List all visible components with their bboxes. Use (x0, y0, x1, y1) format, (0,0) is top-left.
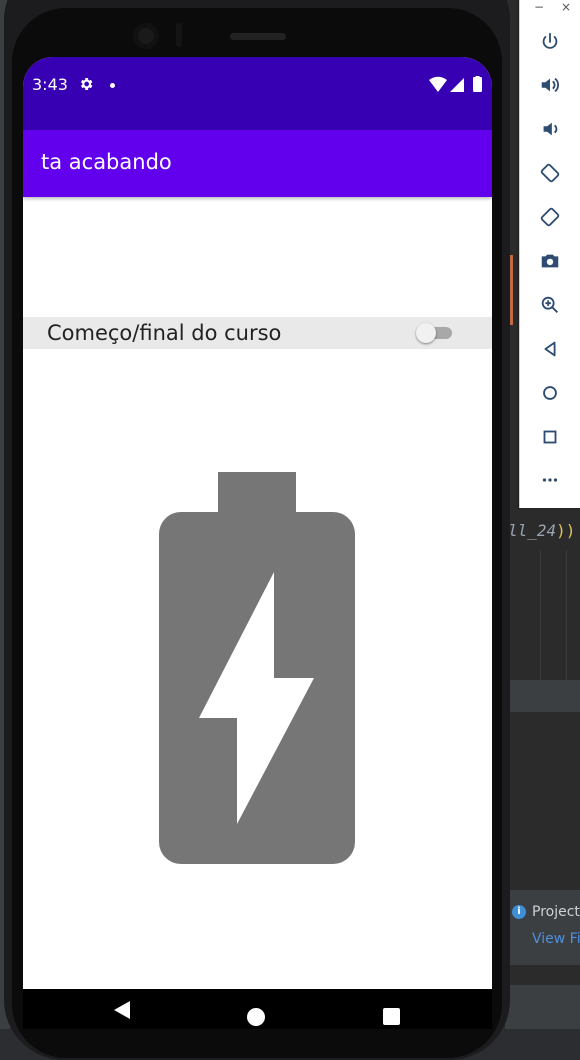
battery-charging-icon (159, 472, 355, 864)
home-icon[interactable] (538, 381, 562, 405)
rotate-left-icon[interactable] (538, 161, 562, 185)
signal-icon (450, 78, 464, 92)
back-icon[interactable] (538, 337, 562, 361)
earpiece-speaker (230, 33, 286, 40)
notification-link[interactable]: View Fi (532, 931, 580, 947)
ide-notification[interactable]: i Project View Fi (510, 890, 580, 965)
more-icon[interactable] (538, 468, 562, 492)
phone-screen: 3:43 ta acabando Começo/final do curso (23, 57, 492, 1029)
battery-status-icon (473, 77, 482, 92)
status-icons (429, 76, 482, 92)
ide-status-area (505, 985, 580, 1029)
course-switch-row[interactable]: Começo/final do curso (23, 317, 492, 349)
front-camera (133, 23, 159, 49)
rotate-right-icon[interactable] (538, 205, 562, 229)
course-toggle-switch[interactable] (416, 322, 456, 344)
status-bar: 3:43 (23, 57, 492, 130)
ide-code-snippet[interactable]: ll_24)) (508, 521, 575, 540)
nav-back-icon[interactable] (114, 1001, 130, 1019)
settings-gear-icon (81, 78, 93, 90)
switch-thumb (416, 323, 436, 343)
emulator-toolbar: − × (519, 0, 580, 508)
switch-label: Começo/final do curso (47, 321, 282, 345)
app-title: ta acabando (41, 150, 172, 174)
volume-down-icon[interactable] (538, 117, 562, 141)
zoom-icon[interactable] (538, 293, 562, 317)
close-button[interactable]: × (561, 0, 571, 14)
proximity-sensor (176, 23, 182, 47)
ide-guide-line (540, 550, 541, 680)
emulator-window-controls: − × (520, 0, 580, 18)
camera-icon[interactable] (538, 249, 562, 273)
notification-title: Project (532, 904, 580, 920)
overview-icon[interactable] (538, 425, 562, 449)
navigation-bar (23, 989, 492, 1029)
notification-dot (110, 83, 115, 88)
wifi-icon (429, 76, 447, 92)
volume-up-icon[interactable] (538, 73, 562, 97)
app-bar: ta acabando (23, 130, 492, 197)
status-time: 3:43 (32, 75, 68, 94)
info-icon: i (512, 905, 526, 919)
nav-overview-icon[interactable] (383, 1008, 400, 1025)
minimize-button[interactable]: − (534, 0, 544, 14)
ide-guide-line (566, 550, 567, 680)
ide-panel-divider (505, 680, 580, 712)
power-icon[interactable] (538, 30, 562, 54)
nav-home-icon[interactable] (247, 1008, 265, 1026)
